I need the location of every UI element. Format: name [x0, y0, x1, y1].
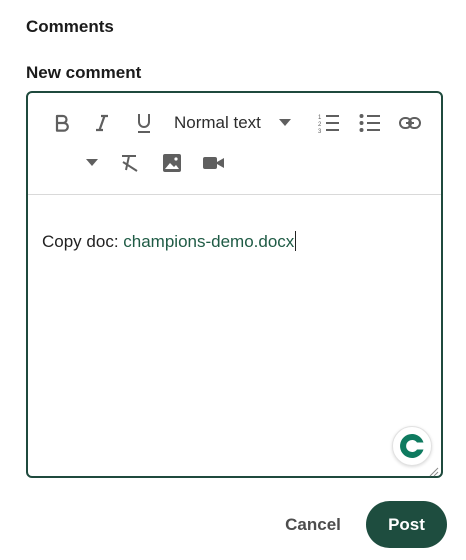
bold-icon[interactable]: [50, 111, 74, 135]
new-comment-label: New comment: [26, 63, 142, 82]
resize-handle-icon[interactable]: [429, 464, 439, 477]
svg-text:3: 3: [318, 129, 322, 133]
text-style-label: Normal text: [174, 113, 261, 132]
comments-heading: Comments: [26, 17, 114, 36]
document-link[interactable]: champions-demo.docx: [123, 232, 294, 251]
comment-editor[interactable]: Normal text 123 Copy doc: champions-demo…: [26, 91, 443, 478]
underline-icon[interactable]: [132, 109, 156, 137]
text-style-dropdown[interactable]: Normal text: [174, 110, 302, 136]
cancel-button[interactable]: Cancel: [278, 509, 348, 541]
chevron-down-icon: [86, 159, 98, 166]
clear-formatting-icon[interactable]: [118, 151, 142, 175]
comment-body-text: Copy doc:: [42, 232, 124, 251]
formatting-toolbar: Normal text 123: [28, 93, 441, 195]
chevron-down-icon: [278, 119, 291, 126]
bulleted-list-icon[interactable]: [357, 110, 383, 136]
svg-text:1: 1: [318, 115, 322, 121]
numbered-list-icon[interactable]: 123: [316, 110, 342, 136]
grammarly-icon[interactable]: [392, 426, 432, 466]
video-icon[interactable]: [202, 153, 226, 173]
svg-text:2: 2: [318, 122, 322, 128]
post-button[interactable]: Post: [366, 501, 447, 548]
link-icon[interactable]: [397, 110, 423, 136]
text-cursor: [295, 231, 297, 251]
image-icon[interactable]: [160, 151, 184, 175]
italic-icon[interactable]: [90, 111, 114, 135]
more-dropdown[interactable]: [84, 155, 100, 171]
comment-body[interactable]: Copy doc: champions-demo.docx: [42, 231, 297, 252]
